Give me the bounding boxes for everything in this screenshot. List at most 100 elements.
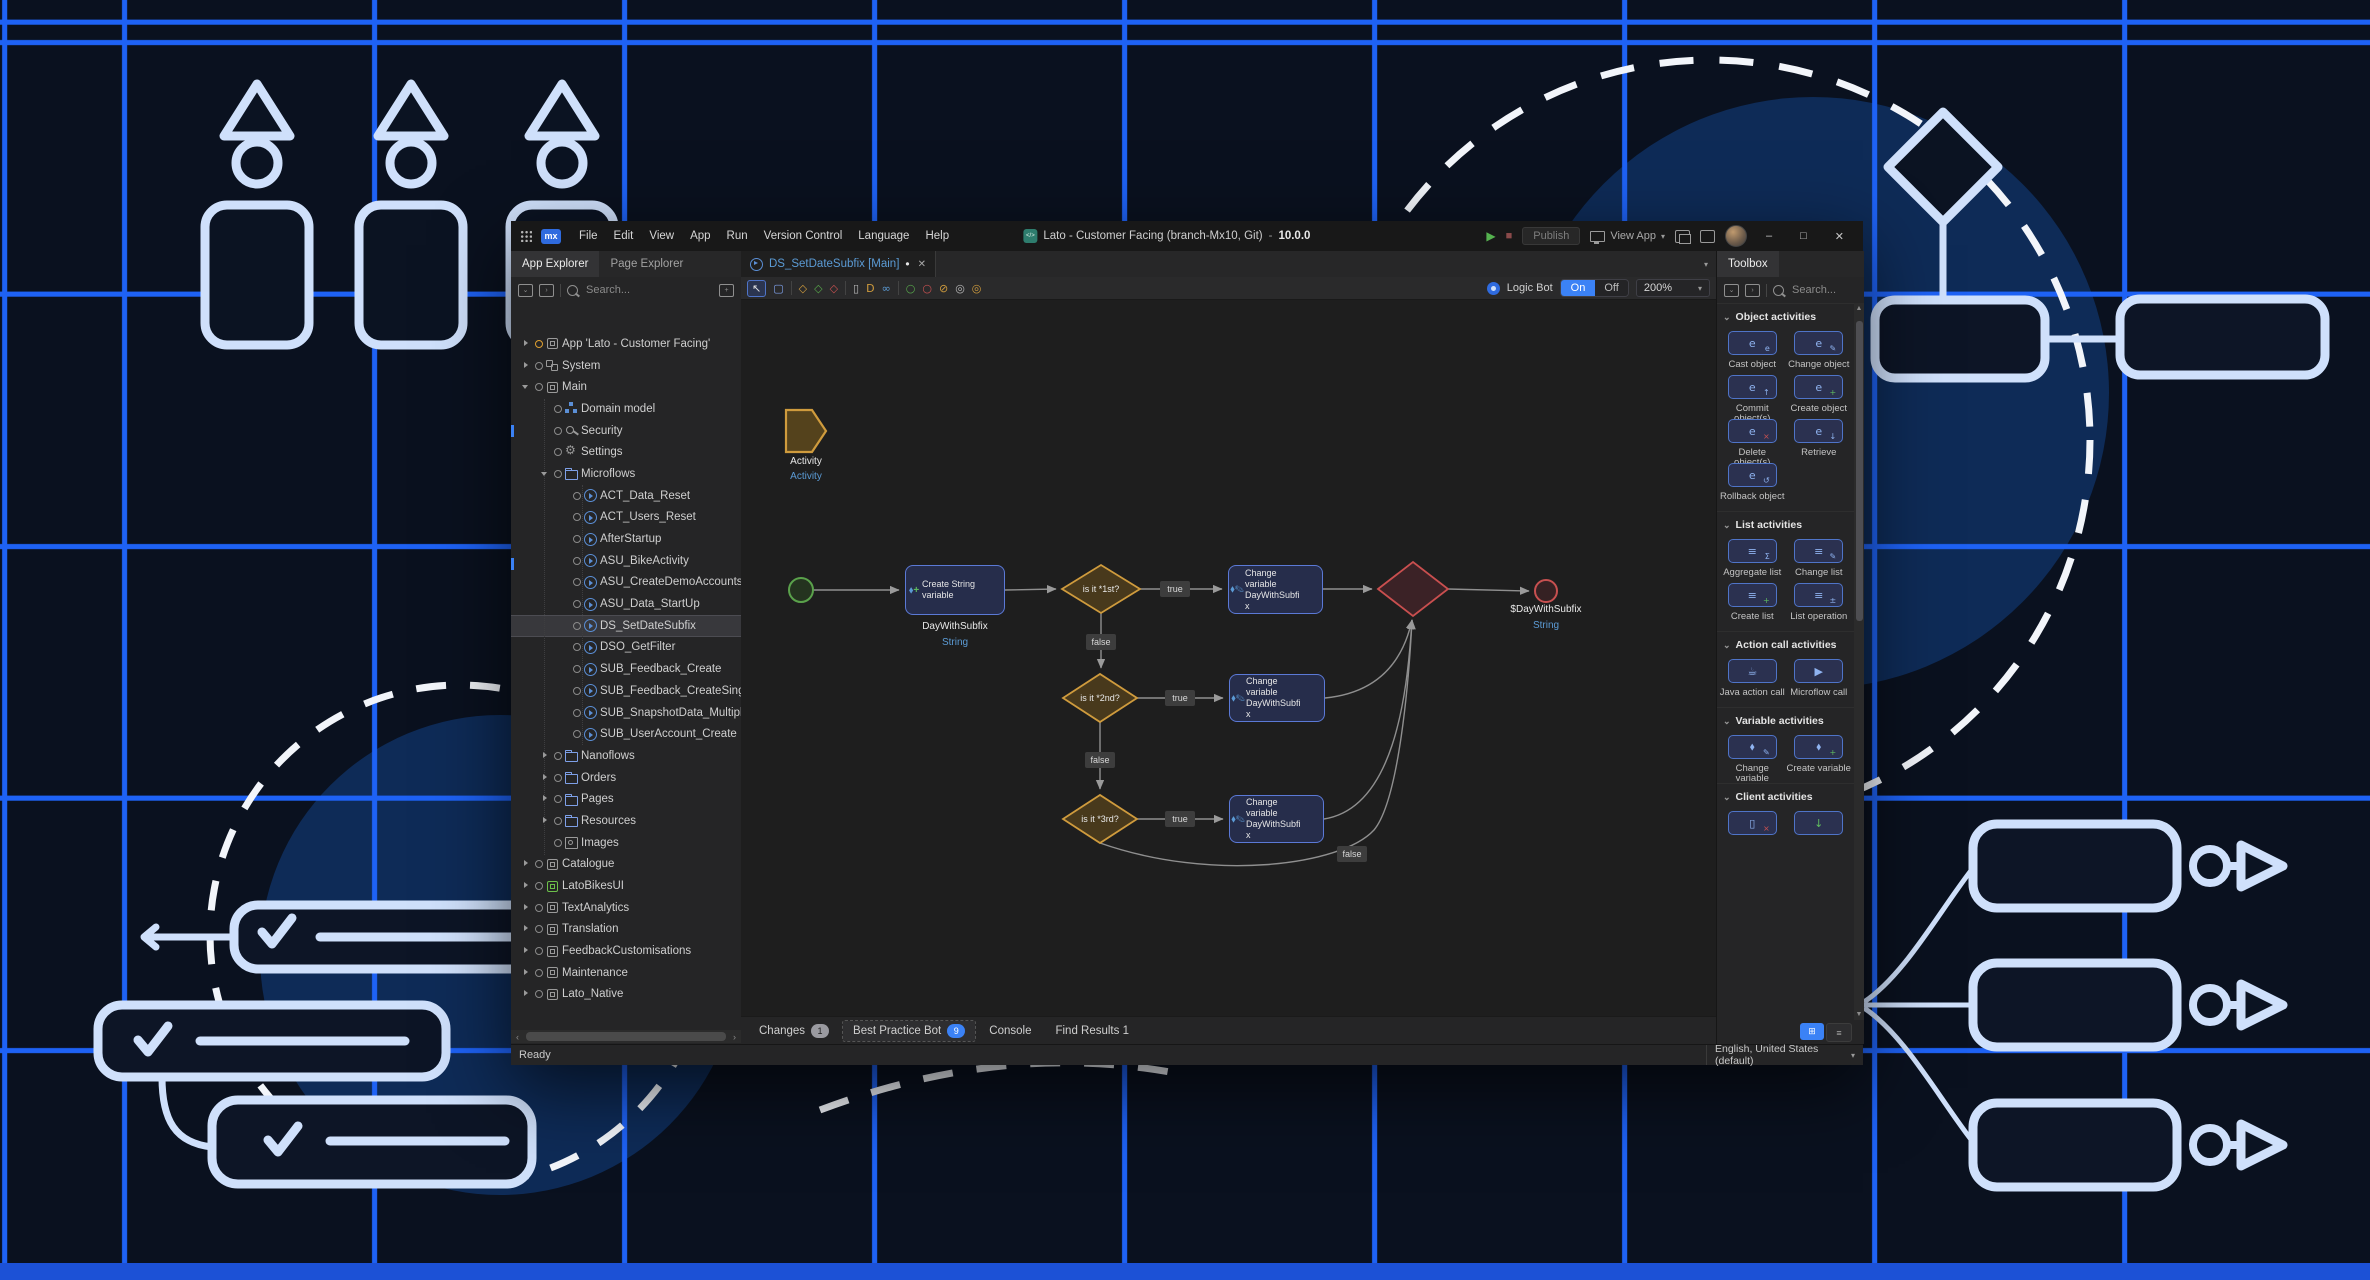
end-event-icon[interactable]: ○ xyxy=(922,283,932,294)
scroll-right-icon[interactable]: › xyxy=(728,1032,741,1042)
tree-item-orders[interactable]: Orders xyxy=(511,767,741,789)
toolbox-item-create-variable[interactable]: ⬧+Create variable xyxy=(1786,735,1853,775)
decision-icon[interactable]: ◇ xyxy=(799,283,807,294)
toolbox-item-microflow-call[interactable]: ▶Microflow call xyxy=(1786,659,1853,699)
publish-button[interactable]: Publish xyxy=(1522,227,1580,245)
section-client-activities[interactable]: ⌄Client activities xyxy=(1717,783,1854,807)
section-list-activities[interactable]: ⌄List activities xyxy=(1717,511,1854,535)
document-tab[interactable]: DS_SetDateSubfix [Main] • ✕ xyxy=(741,251,936,277)
minimize-button[interactable]: – xyxy=(1757,230,1781,242)
chevron-right-icon[interactable] xyxy=(538,749,552,763)
tree-item-feedbackcustomisations[interactable]: FeedbackCustomisations xyxy=(511,940,741,962)
tree-item-domain-model[interactable]: Domain model xyxy=(511,398,741,420)
toolbox-item-commit-object-s-[interactable]: e↑Commit object(s) xyxy=(1719,375,1786,415)
toolbox-item-change-variable[interactable]: ⬧✎Change variable xyxy=(1719,735,1786,775)
dock-tab-find-results-1[interactable]: Find Results 1 xyxy=(1045,1022,1139,1040)
microflow-canvas[interactable]: Activity Activity ⬧+ Create String varia… xyxy=(741,300,1716,1016)
chevron-right-icon[interactable] xyxy=(519,857,533,871)
change-variable-activity[interactable]: ⬧✎ Change variable DayWithSubfi x xyxy=(1228,565,1323,614)
toolbox-item-change-list[interactable]: ≡✎Change list xyxy=(1786,539,1853,579)
mx-logo[interactable]: mx xyxy=(541,229,561,244)
chevron-down-icon[interactable] xyxy=(519,380,533,394)
tree-item-catalogue[interactable]: Catalogue xyxy=(511,854,741,876)
toolbox-item-create-list[interactable]: ≡+Create list xyxy=(1719,583,1786,623)
section-object-activities[interactable]: ⌄Object activities xyxy=(1717,303,1854,327)
tab-toolbox[interactable]: Toolbox xyxy=(1717,251,1779,277)
scrollbar-thumb[interactable] xyxy=(526,1032,726,1041)
tree-item-latobikesui[interactable]: LatoBikesUI xyxy=(511,875,741,897)
tab-list-caret-icon[interactable]: ▾ xyxy=(1704,260,1708,269)
expand-all-icon[interactable]: › xyxy=(1745,284,1760,297)
toolbox-item-list-operation[interactable]: ≡±List operation xyxy=(1786,583,1853,623)
view-app-button[interactable]: View App ▾ xyxy=(1590,230,1665,242)
chevron-right-icon[interactable] xyxy=(519,901,533,915)
tab-app-explorer[interactable]: App Explorer xyxy=(511,251,599,277)
grid-view-button[interactable]: ⊞ xyxy=(1800,1023,1824,1040)
language-selector[interactable]: English, United States (default) ▾ xyxy=(1706,1045,1863,1065)
chevron-right-icon[interactable] xyxy=(519,966,533,980)
menu-edit[interactable]: Edit xyxy=(606,221,642,251)
chevron-down-icon[interactable] xyxy=(538,467,552,481)
scroll-down-icon[interactable]: ▼ xyxy=(1854,1011,1864,1018)
tree-item-main[interactable]: Main xyxy=(511,376,741,398)
stop-button[interactable]: ■ xyxy=(1506,230,1513,242)
create-variable-activity[interactable]: ⬧+ Create String variable xyxy=(905,565,1005,615)
tree-item-security[interactable]: Security xyxy=(511,420,741,442)
tree-item-app-lato-customer-facing-[interactable]: App 'Lato - Customer Facing' xyxy=(511,333,741,355)
dock-tab-console[interactable]: Console xyxy=(979,1022,1041,1040)
toolbox-item-delete-object-s-[interactable]: e×Delete object(s) xyxy=(1719,419,1786,459)
scrollbar-thumb[interactable] xyxy=(1856,321,1863,621)
menu-file[interactable]: File xyxy=(571,221,606,251)
chevron-right-icon[interactable] xyxy=(519,359,533,373)
tree-item-textanalytics[interactable]: TextAnalytics xyxy=(511,897,741,919)
section-variable-activities[interactable]: ⌄Variable activities xyxy=(1717,707,1854,731)
activity-icon[interactable]: ▢ xyxy=(773,283,783,294)
toolbox-item-rollback-object[interactable]: e↺Rollback object xyxy=(1719,463,1786,503)
tree-item-sub-snapshotdata-multiply[interactable]: SUB_SnapshotData_Multiply xyxy=(511,702,741,724)
tree-item-asu-data-startup[interactable]: ASU_Data_StartUp xyxy=(511,593,741,615)
tree-item-pages[interactable]: Pages xyxy=(511,788,741,810)
explorer-search-input[interactable] xyxy=(584,283,713,297)
dock-tab-best-practice-bot[interactable]: Best Practice Bot9 xyxy=(843,1021,975,1041)
toolbox-item-retrieve[interactable]: e↓Retrieve xyxy=(1786,419,1853,459)
toolbox-search-input[interactable] xyxy=(1790,283,1857,297)
explorer-horizontal-scrollbar[interactable]: ‹ › xyxy=(511,1030,741,1043)
maximize-button[interactable]: □ xyxy=(1791,230,1816,242)
error-end-icon[interactable]: ⊘ xyxy=(939,283,948,294)
menu-version-control[interactable]: Version Control xyxy=(756,221,851,251)
loop-icon[interactable]: ∞ xyxy=(882,283,891,294)
toolbox-item-java-action-call[interactable]: ☕Java action call xyxy=(1719,659,1786,699)
break-event-icon[interactable]: ◎ xyxy=(972,283,982,294)
device-preview-icon[interactable] xyxy=(1700,230,1715,243)
app-launcher-icon[interactable] xyxy=(520,230,532,242)
toolbox-scrollbar[interactable]: ▲ ▼ xyxy=(1854,303,1864,1020)
chevron-right-icon[interactable] xyxy=(538,771,552,785)
activity-legend-shape[interactable] xyxy=(786,410,826,452)
toolbox-item-cast-object[interactable]: eeCast object xyxy=(1719,331,1786,371)
merge-diamond[interactable] xyxy=(1378,562,1448,616)
chevron-right-icon[interactable] xyxy=(519,879,533,893)
menu-run[interactable]: Run xyxy=(719,221,756,251)
menu-language[interactable]: Language xyxy=(850,221,917,251)
scroll-up-icon[interactable]: ▲ xyxy=(1854,305,1864,312)
toolbox-item-create-object[interactable]: e+Create object xyxy=(1786,375,1853,415)
toolbox-item[interactable]: ▯× xyxy=(1719,811,1786,851)
chevron-right-icon[interactable] xyxy=(538,814,552,828)
scroll-left-icon[interactable]: ‹ xyxy=(511,1032,524,1042)
chevron-right-icon[interactable] xyxy=(519,944,533,958)
section-action-call-activities[interactable]: ⌄Action call activities xyxy=(1717,631,1854,655)
chevron-right-icon[interactable] xyxy=(538,792,552,806)
tree-item-translation[interactable]: Translation xyxy=(511,919,741,941)
select-tool-icon[interactable]: ↖ xyxy=(747,280,766,297)
error-diamond-icon[interactable]: ◇ xyxy=(830,283,838,294)
toolbox-item[interactable]: ↓ xyxy=(1786,811,1853,851)
close-tab-icon[interactable]: ✕ xyxy=(916,259,926,270)
toolbox-item-change-object[interactable]: e✎Change object xyxy=(1786,331,1853,371)
tree-item-act-users-reset[interactable]: ACT_Users_Reset xyxy=(511,507,741,529)
dock-tab-changes[interactable]: Changes1 xyxy=(749,1021,839,1041)
tree-item-resources[interactable]: Resources xyxy=(511,810,741,832)
logic-bot-on-button[interactable]: On xyxy=(1561,280,1596,296)
tree-item-sub-feedback-createsingle[interactable]: SUB_Feedback_CreateSingle xyxy=(511,680,741,702)
tree-item-dso-getfilter[interactable]: DSO_GetFilter xyxy=(511,637,741,659)
tree-item-system[interactable]: System xyxy=(511,355,741,377)
